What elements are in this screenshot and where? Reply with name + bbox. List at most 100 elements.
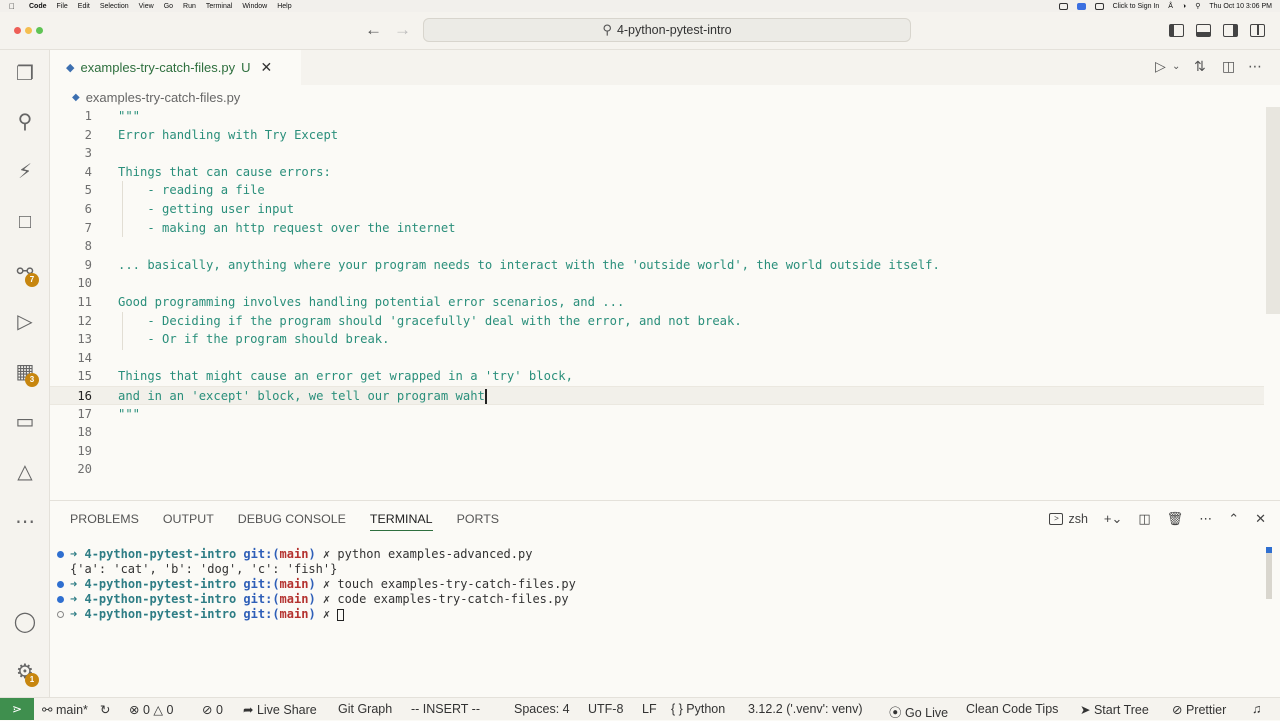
back-arrow-icon[interactable]: ← <box>365 20 382 40</box>
breadcrumb[interactable]: ◆ examples-try-catch-files.py <box>72 88 240 106</box>
sign-in-link[interactable]: Click to Sign In <box>1113 3 1160 10</box>
code-line[interactable]: 7 - making an http request over the inte… <box>50 219 1264 238</box>
toggle-secondary-sidebar-icon[interactable] <box>1223 24 1238 37</box>
live-share-button[interactable]: ➦ Live Share <box>243 702 317 717</box>
more-icon[interactable]: ⋯ <box>13 510 37 534</box>
remote-explorer-icon[interactable]: ▭ <box>13 410 37 434</box>
toggle-panel-icon[interactable] <box>1196 24 1211 37</box>
sync-icon[interactable]: ↻ <box>100 702 110 717</box>
branch-status[interactable]: ⚯ main* <box>42 702 88 717</box>
testing-flask-icon[interactable]: △ <box>13 460 37 484</box>
search-icon[interactable]: ⚲ <box>1195 2 1200 10</box>
code-line[interactable]: 3 <box>50 144 1264 163</box>
trash-icon[interactable]: 🗑 <box>1167 511 1184 527</box>
run-python-file-icon[interactable]: ▷ <box>1155 58 1166 75</box>
menu-help[interactable]: Help <box>277 3 291 10</box>
tab-ports[interactable]: PORTS <box>457 512 499 531</box>
code-line[interactable]: 15 Things that might cause an error get w… <box>50 367 1264 386</box>
more-actions-icon[interactable]: ⋯ <box>1199 511 1212 527</box>
split-editor-icon[interactable]: ◫ <box>1222 58 1235 75</box>
problems-status[interactable]: ⊗ 0 △ 0 <box>129 702 173 717</box>
encoding-status[interactable]: UTF-8 <box>588 702 623 716</box>
zoom-icon[interactable] <box>1076 2 1086 10</box>
menu-terminal[interactable]: Terminal <box>206 3 232 10</box>
customize-layout-icon[interactable] <box>1250 24 1265 37</box>
more-actions-icon[interactable]: ⋯ <box>1248 58 1262 75</box>
forward-arrow-icon[interactable]: → <box>394 20 411 40</box>
clean-code-tips-button[interactable]: Clean Code Tips <box>966 702 1058 716</box>
code-line[interactable]: 18 <box>50 423 1264 442</box>
menu-run[interactable]: Run <box>183 3 196 10</box>
code-line[interactable]: 6 - getting user input <box>50 200 1264 219</box>
command-center-search[interactable]: ⚲ 4-python-pytest-intro <box>423 18 911 42</box>
close-icon[interactable]: ✕ <box>260 59 272 76</box>
explorer-icon[interactable]: ❐ <box>13 62 37 86</box>
breadcrumb-file[interactable]: examples-try-catch-files.py <box>86 90 241 105</box>
notifications-bell-icon[interactable]: ♫ <box>1252 702 1261 716</box>
keystroke-icon[interactable] <box>1094 2 1104 10</box>
git-graph-button[interactable]: Git Graph <box>338 702 392 716</box>
editor-tab-active[interactable]: ◆ examples-try-catch-files.py U ✕ <box>50 50 301 85</box>
code-line[interactable]: 2 Error handling with Try Except <box>50 126 1264 145</box>
menu-edit[interactable]: Edit <box>78 3 90 10</box>
code-line[interactable]: 10 <box>50 274 1264 293</box>
python-interpreter[interactable]: 3.12.2 ('.venv': venv) <box>748 702 863 716</box>
wifi-icon[interactable]: ◑ <box>1182 3 1186 10</box>
code-line[interactable]: 14 <box>50 349 1264 368</box>
window-close-button[interactable] <box>14 27 21 34</box>
code-line[interactable]: 19 <box>50 442 1264 461</box>
split-terminal-icon[interactable]: ◫ <box>1138 511 1150 527</box>
command-decoration-dot[interactable] <box>57 611 64 618</box>
code-editor[interactable]: 1 """ 2 Error handling with Try Except 3 4 Thi… <box>50 107 1280 499</box>
menu-view[interactable]: View <box>139 3 154 10</box>
apple-icon[interactable]:  <box>9 2 19 11</box>
start-tree-button[interactable]: ➤ Start Tree <box>1080 702 1149 717</box>
code-line[interactable]: 9 ... basically, anything where your prog… <box>50 256 1264 275</box>
code-line[interactable]: 1 """ <box>50 107 1264 126</box>
indentation-status[interactable]: Spaces: 4 <box>514 702 570 716</box>
run-debug-icon[interactable]: ▷ <box>13 310 37 334</box>
terminal-output[interactable]: ➜ 4-python-pytest-intro git:(main) ✗ pyt… <box>50 547 1250 622</box>
code-line[interactable]: 11 Good programming involves handling pot… <box>50 293 1264 312</box>
terminal-shell-selector[interactable]: > zsh <box>1049 512 1088 526</box>
menu-selection[interactable]: Selection <box>100 3 129 10</box>
eol-status[interactable]: LF <box>642 702 657 716</box>
terminal-scrollbar[interactable] <box>1266 547 1272 599</box>
search-icon[interactable]: ⚲ <box>13 110 37 134</box>
bookmark-icon[interactable]: □ <box>13 210 37 234</box>
language-mode[interactable]: { } Python <box>671 702 725 716</box>
editor-scrollbar[interactable] <box>1266 107 1280 314</box>
command-decoration-dot[interactable] <box>57 551 64 558</box>
maximize-panel-icon[interactable]: ⌃ <box>1228 511 1239 527</box>
ports-status[interactable]: ⊘ 0 <box>202 702 223 717</box>
tab-debug-console[interactable]: DEBUG CONSOLE <box>238 512 346 531</box>
code-line[interactable]: 8 <box>50 237 1264 256</box>
command-decoration-dot[interactable] <box>57 596 64 603</box>
close-panel-icon[interactable]: ✕ <box>1255 511 1266 527</box>
code-line[interactable]: 20 <box>50 460 1264 479</box>
tab-output[interactable]: OUTPUT <box>163 512 214 531</box>
bluetooth-icon[interactable]: Å <box>1168 3 1173 10</box>
go-live-button[interactable]: ⦿ Go Live <box>889 702 948 721</box>
prettier-button[interactable]: ⊘ Prettier <box>1172 702 1226 717</box>
tab-problems[interactable]: PROBLEMS <box>70 512 139 531</box>
tab-terminal[interactable]: TERMINAL <box>369 512 433 531</box>
code-line[interactable]: 4 Things that can cause errors: <box>50 163 1264 182</box>
code-line[interactable]: 17 """ <box>50 405 1264 424</box>
lightning-icon[interactable]: ⚡ <box>13 160 37 184</box>
compare-changes-icon[interactable]: ⇅ <box>1194 58 1206 75</box>
screen-record-icon[interactable] <box>1058 2 1068 10</box>
code-line[interactable]: 12 - Deciding if the program should 'gra… <box>50 312 1264 331</box>
clock[interactable]: Thu Oct 10 3:06 PM <box>1209 3 1272 10</box>
code-line[interactable]: 13 - Or if the program should break. <box>50 330 1264 349</box>
menu-file[interactable]: File <box>57 3 68 10</box>
chevron-down-icon[interactable]: ⌄ <box>1172 61 1180 72</box>
menu-go[interactable]: Go <box>164 3 173 10</box>
window-maximize-button[interactable] <box>36 27 43 34</box>
window-minimize-button[interactable] <box>25 27 32 34</box>
command-decoration-dot[interactable] <box>57 581 64 588</box>
code-line[interactable]: 16 and in an 'except' block, we tell our … <box>50 386 1264 405</box>
account-icon[interactable]: ◯ <box>13 610 37 634</box>
menu-window[interactable]: Window <box>242 3 267 10</box>
code-line[interactable]: 5 - reading a file <box>50 181 1264 200</box>
